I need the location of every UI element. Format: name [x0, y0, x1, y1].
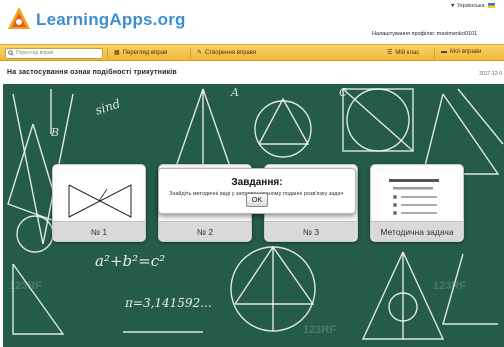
watermark: 123RF [9, 280, 43, 292]
search-input[interactable]: Перегляд вправ [5, 48, 103, 59]
page-date: 2017-12-0 [479, 71, 502, 77]
chalk-text-pi: π=3,141592... [125, 296, 212, 310]
card-2-label: № 2 [159, 221, 251, 241]
task-card-1[interactable]: № 1 [52, 164, 146, 242]
ok-button[interactable]: OK [246, 193, 268, 207]
folder-icon: ▬ [441, 49, 447, 55]
language-selector[interactable]: ▼ Українська [450, 3, 496, 9]
task-card-4[interactable]: Методична задача [370, 164, 464, 242]
nav-create-label: Створення вправи [205, 50, 257, 56]
dialog-title: Завдання: [231, 177, 283, 188]
search-placeholder: Перегляд вправ [16, 50, 54, 56]
dropdown-arrow-icon: ▼ [450, 3, 456, 9]
main-navbar: Перегляд вправ ▦ Перегляд вправ ✎ Створенн… [0, 44, 504, 61]
nav-create-app[interactable]: ✎ Створення вправи [197, 49, 256, 56]
logo-text[interactable]: LearningApps.org [36, 10, 186, 30]
grid-icon: ▦ [114, 50, 120, 56]
card-3-label: № 3 [265, 221, 357, 241]
nav-my-apps-label: Мої вправи [450, 49, 482, 55]
card-1-thumbnail [61, 173, 139, 225]
card-1-label: № 1 [53, 221, 145, 241]
watermark: 123RF [433, 280, 467, 292]
profile-link[interactable]: Налаштування профілю: maximenko0101 [372, 31, 477, 37]
title-strip: На застосування ознак подібності трикутн… [0, 62, 504, 84]
language-label: Українська [456, 3, 485, 9]
header: LearningApps.org ▼ Українська Налаштуван… [0, 0, 504, 44]
card-4-thumbnail [379, 173, 457, 225]
nav-browse-label: Перегляд вправ [122, 50, 168, 56]
nav-divider [107, 48, 108, 59]
watermark: 123RF [303, 324, 337, 336]
chalk-text-c: C [339, 86, 348, 99]
nav-my-class[interactable]: ☰ Мій клас [387, 49, 419, 56]
flag-icon [488, 3, 496, 9]
search-icon [8, 50, 14, 56]
list-icon: ☰ [387, 50, 393, 56]
learningapps-page: LearningApps.org ▼ Українська Налаштуван… [0, 0, 504, 347]
chalk-text-a: A [231, 86, 239, 99]
chalk-text-b: B [51, 126, 60, 139]
nav-browse-apps[interactable]: ▦ Перегляд вправ [114, 49, 167, 56]
page-title: На застосування ознак подібності трикутн… [7, 69, 177, 76]
nav-divider [190, 48, 191, 59]
card-4-label: Методична задача [371, 221, 463, 241]
pencil-icon: ✎ [197, 50, 203, 56]
logo-icon[interactable] [6, 5, 32, 31]
chalk-text-pythagoras: a²+b²=c² [95, 252, 166, 270]
nav-divider [434, 48, 435, 59]
task-dialog: Завдання: Знайдіть методичні ваді у запр… [158, 168, 356, 214]
nav-my-apps[interactable]: ▬ Мої вправи [441, 49, 481, 55]
nav-my-class-label: Мій клас [395, 50, 420, 56]
